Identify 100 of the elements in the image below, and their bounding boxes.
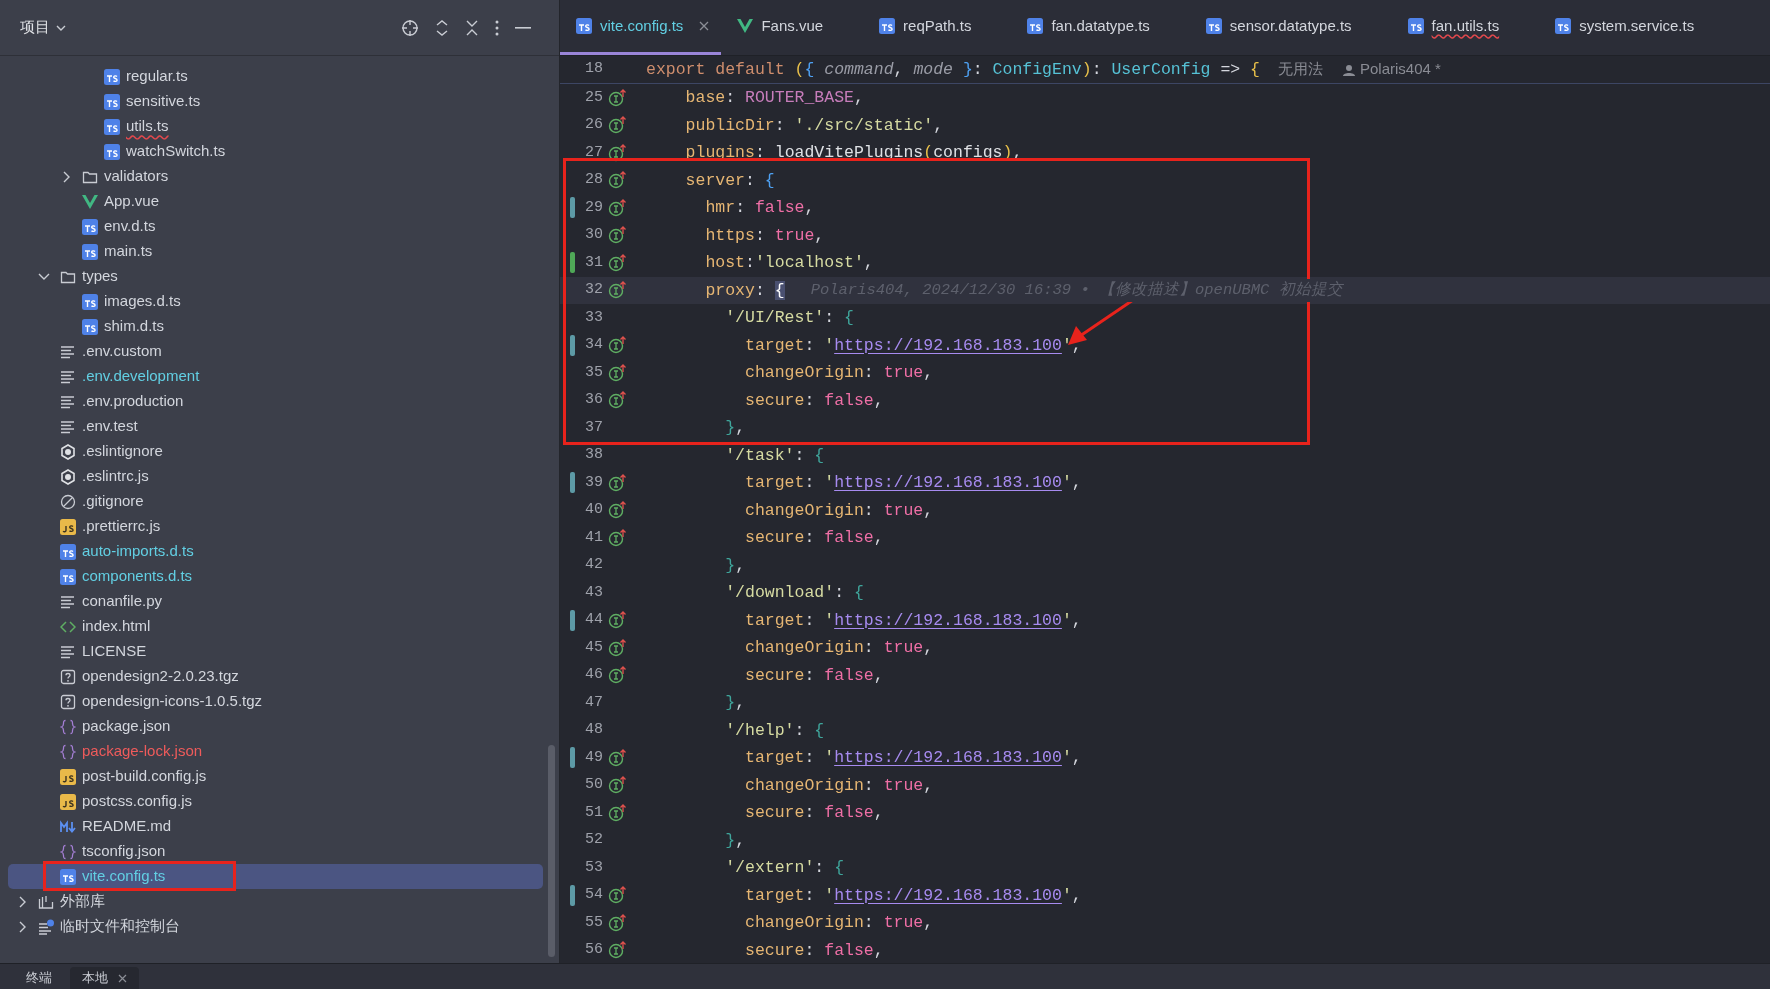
more-options-icon[interactable] xyxy=(495,19,499,36)
panel-tab[interactable]: 本地 xyxy=(70,967,139,989)
tree-item[interactable]: auto-imports.d.ts xyxy=(8,539,543,564)
override-marker-icon[interactable] xyxy=(608,611,626,630)
expand-all-icon[interactable] xyxy=(435,18,449,37)
line-number: 45 xyxy=(584,637,603,658)
override-marker-icon[interactable] xyxy=(608,363,626,382)
editor-tab[interactable]: sensor.datatype.ts xyxy=(1189,0,1392,55)
tree-item[interactable]: LICENSE xyxy=(8,639,543,664)
ts-file-icon xyxy=(879,18,896,34)
override-marker-icon[interactable] xyxy=(608,116,626,135)
scrollbar-thumb[interactable] xyxy=(548,745,555,957)
editor-tab[interactable]: fan.datatype.ts xyxy=(1011,0,1190,55)
editor-tab[interactable]: Fans.vue xyxy=(721,0,864,55)
override-marker-icon[interactable] xyxy=(608,336,626,355)
tree-item[interactable]: tsconfig.json xyxy=(8,839,543,864)
change-marker[interactable] xyxy=(570,884,575,906)
code-line: }, xyxy=(724,417,746,440)
usage-hint[interactable]: 无用法 xyxy=(1278,58,1323,81)
tree-item[interactable]: README.md xyxy=(8,814,543,839)
close-icon[interactable] xyxy=(699,21,710,31)
tree-item[interactable]: .prettierrc.js xyxy=(8,514,543,539)
tree-item[interactable]: components.d.ts xyxy=(8,564,543,589)
tree-item[interactable]: postcss.config.js xyxy=(8,789,543,814)
change-marker[interactable] xyxy=(570,197,575,219)
ts-file-icon xyxy=(82,293,98,310)
override-marker-icon[interactable] xyxy=(608,941,626,960)
code-line: target: 'https://192.168.183.100', xyxy=(744,472,1082,495)
tree-item[interactable]: App.vue xyxy=(8,189,543,214)
collapse-all-icon[interactable] xyxy=(465,18,479,37)
project-view-dropdown[interactable]: 项目 xyxy=(20,16,66,39)
override-marker-icon[interactable] xyxy=(608,171,626,190)
line-number: 28 xyxy=(584,170,603,190)
tree-item[interactable]: .env.development xyxy=(8,364,543,389)
code-line: '/help': { xyxy=(724,719,825,742)
tree-item[interactable]: images.d.ts xyxy=(8,289,543,314)
override-marker-icon[interactable] xyxy=(608,281,626,300)
change-marker[interactable] xyxy=(570,609,575,631)
tree-item[interactable]: .eslintrc.js xyxy=(8,464,543,489)
override-marker-icon[interactable] xyxy=(608,913,626,932)
tree-item[interactable]: index.html xyxy=(8,614,543,639)
tree-item[interactable]: regular.ts xyxy=(8,64,543,89)
tree-item[interactable]: env.d.ts xyxy=(8,214,543,239)
code-line: changeOrigin: true, xyxy=(744,499,934,522)
change-marker[interactable] xyxy=(570,252,575,274)
tree-item[interactable]: .env.test xyxy=(8,414,543,439)
override-marker-icon[interactable] xyxy=(608,501,626,520)
close-icon[interactable] xyxy=(118,973,127,983)
tree-item[interactable]: validators xyxy=(8,164,543,189)
tree-item[interactable]: .env.production xyxy=(8,389,543,414)
person-icon xyxy=(1343,63,1355,76)
change-marker[interactable] xyxy=(570,747,575,769)
panel-tab[interactable]: 终端 xyxy=(14,967,64,989)
editor-tab[interactable]: system.service.ts xyxy=(1539,0,1735,55)
ts-file-icon xyxy=(1407,18,1424,34)
library-icon xyxy=(38,893,54,910)
line-number: 47 xyxy=(584,692,603,713)
override-marker-icon[interactable] xyxy=(608,473,626,492)
tree-item[interactable]: .gitignore xyxy=(8,489,543,514)
tree-item[interactable]: sensitive.ts xyxy=(8,89,543,114)
override-marker-icon[interactable] xyxy=(608,528,626,547)
tree-item[interactable]: 外部库 xyxy=(8,889,543,914)
tree-item[interactable]: watchSwitch.ts xyxy=(8,139,543,164)
tree-item[interactable]: utils.ts xyxy=(8,114,543,139)
line-number: 44 xyxy=(584,610,603,630)
override-marker-icon[interactable] xyxy=(608,776,626,795)
change-marker[interactable] xyxy=(570,334,575,356)
tree-item[interactable]: 临时文件和控制台 xyxy=(8,914,543,939)
editor-tab[interactable]: fan.utils.ts xyxy=(1391,0,1540,55)
override-marker-icon[interactable] xyxy=(608,391,626,410)
override-marker-icon[interactable] xyxy=(608,748,626,767)
override-marker-icon[interactable] xyxy=(608,88,626,107)
tree-item[interactable]: .env.custom xyxy=(8,339,543,364)
code-line: '/extern': { xyxy=(724,857,845,880)
tree-item[interactable]: opendesign2-2.0.23.tgz xyxy=(8,664,543,689)
tree-item[interactable]: main.ts xyxy=(8,239,543,264)
editor-tab[interactable]: reqPath.ts xyxy=(863,0,1012,55)
tree-item[interactable]: vite.config.ts xyxy=(8,864,543,889)
tree-item[interactable]: types xyxy=(8,264,543,289)
override-marker-icon[interactable] xyxy=(608,198,626,217)
locate-icon[interactable] xyxy=(401,18,419,37)
override-marker-icon[interactable] xyxy=(608,226,626,245)
line-number: 52 xyxy=(584,830,603,850)
tree-item[interactable]: post-build.config.js xyxy=(8,764,543,789)
override-marker-icon[interactable] xyxy=(608,253,626,272)
override-marker-icon[interactable] xyxy=(608,638,626,657)
tree-item[interactable]: conanfile.py xyxy=(8,589,543,614)
line-number: 35 xyxy=(584,362,603,383)
tree-item[interactable]: .eslintignore xyxy=(8,439,543,464)
line-number: 32 xyxy=(584,280,603,300)
tree-item[interactable]: shim.d.ts xyxy=(8,314,543,339)
author-hint[interactable]: Polaris404 * xyxy=(1343,58,1441,81)
code-line: changeOrigin: true, xyxy=(744,362,934,385)
code-line: secure: false, xyxy=(744,939,884,962)
change-marker[interactable] xyxy=(570,472,575,494)
override-marker-icon[interactable] xyxy=(608,803,626,822)
tree-item[interactable]: opendesign-icons-1.0.5.tgz xyxy=(8,689,543,714)
override-marker-icon[interactable] xyxy=(608,666,626,685)
override-marker-icon[interactable] xyxy=(608,886,626,905)
tree-item[interactable]: package.json xyxy=(8,714,543,739)
